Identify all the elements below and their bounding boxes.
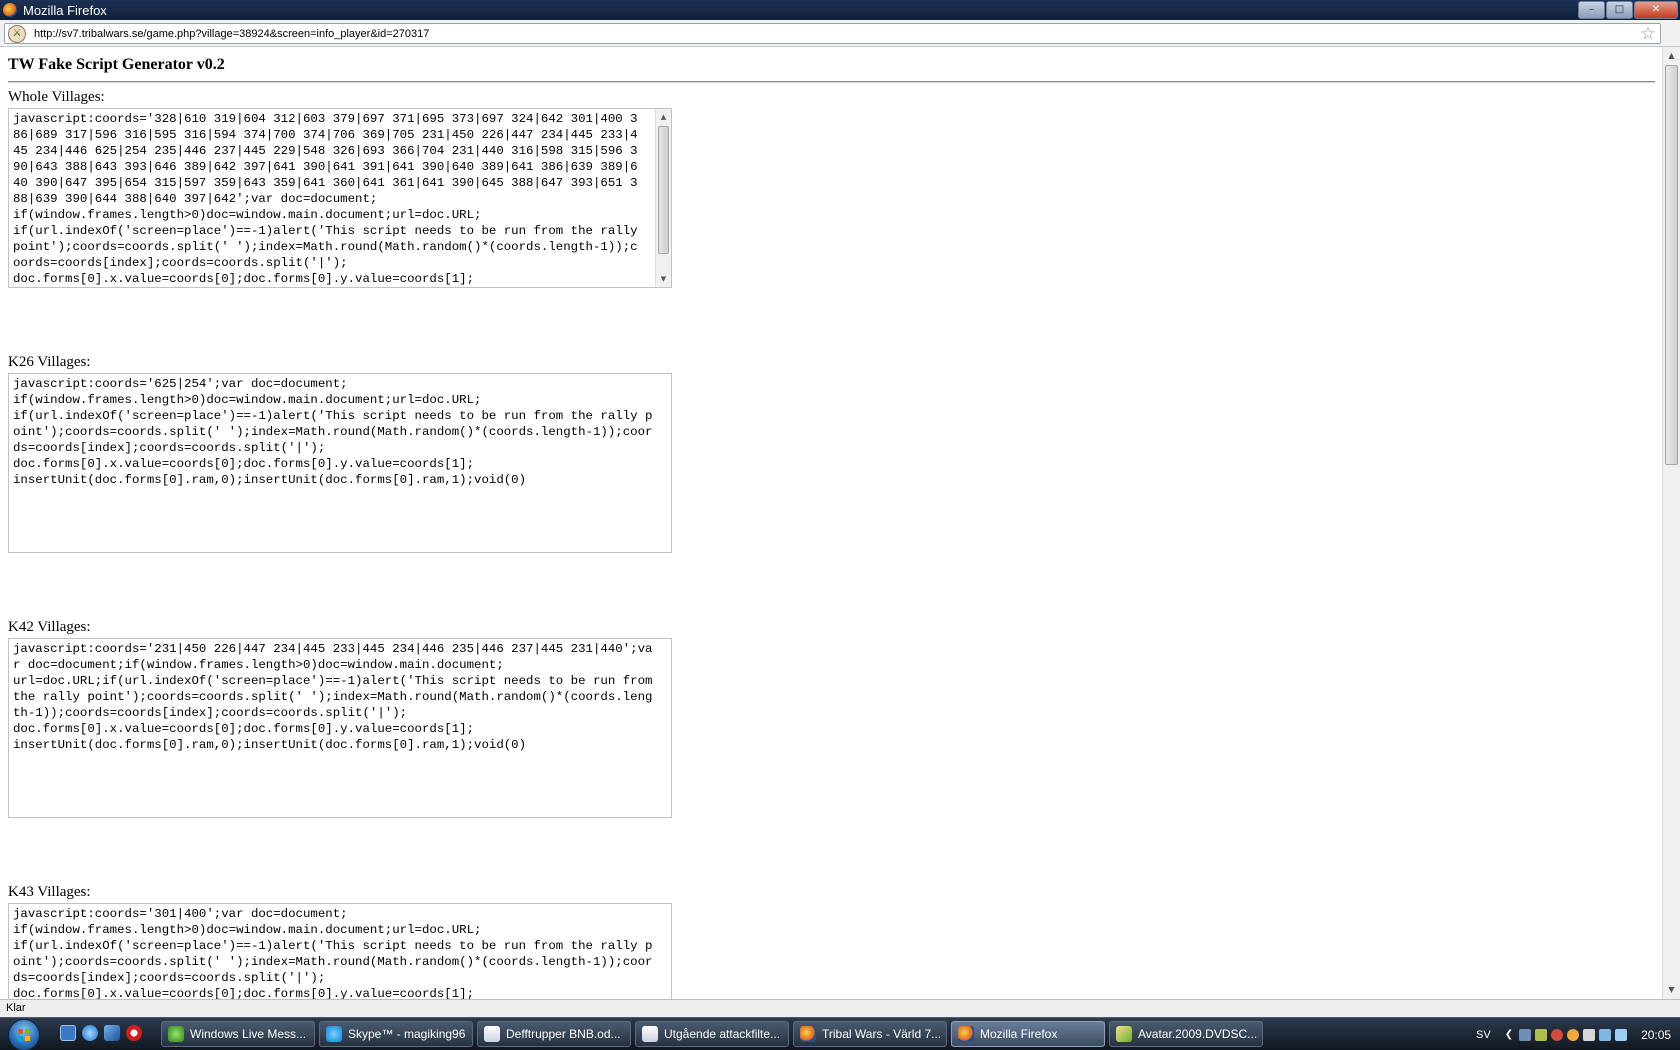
show-desktop-icon[interactable] — [60, 1025, 76, 1041]
opera-icon[interactable] — [126, 1025, 142, 1041]
section-k43-villages: K43 Villages: javascript:coords='301|400… — [8, 883, 672, 999]
taskbar-button-tribal-wars[interactable]: Tribal Wars - Värld 7... — [793, 1021, 947, 1047]
taskbar-button-label: Skype™ - magiking96 — [348, 1027, 466, 1041]
title-bar[interactable]: Mozilla Firefox – □ ✕ — [0, 0, 1680, 20]
scroll-down-icon[interactable]: ▼ — [656, 272, 671, 286]
section-k42-villages: K42 Villages: javascript:coords='231|450… — [8, 618, 672, 818]
chevron-left-icon[interactable]: ❮ — [1505, 1029, 1513, 1040]
taskbar-button-skype[interactable]: Skype™ - magiking96 — [319, 1021, 473, 1047]
taskbar-button-avatar[interactable]: Avatar.2009.DVDSC... — [1109, 1021, 1263, 1047]
connection-icon[interactable] — [1599, 1028, 1612, 1041]
script-text[interactable]: javascript:coords='301|400';var doc=docu… — [13, 906, 658, 999]
textarea-scrollbar[interactable]: ▲ ▼ — [655, 109, 671, 287]
antivirus-icon[interactable] — [1551, 1028, 1564, 1041]
section-label: K43 Villages: — [8, 884, 91, 900]
network-icon[interactable] — [1519, 1028, 1532, 1041]
volume-icon[interactable] — [1615, 1028, 1628, 1041]
url-bar[interactable]: ⚔ http://sv7.tribalwars.se/game.php?vill… — [4, 23, 1661, 44]
taskbar-button-label: Windows Live Mess... — [190, 1027, 307, 1041]
page-title: TW Fake Script Generator v0.2 — [8, 56, 225, 73]
window-controls: – □ ✕ — [1578, 1, 1678, 19]
language-indicator[interactable]: SV — [1476, 1029, 1491, 1041]
section-k26-villages: K26 Villages: javascript:coords='625|254… — [8, 353, 672, 553]
section-whole-villages: Whole Villages: javascript:coords='328|6… — [8, 88, 672, 288]
task-buttons: Windows Live Mess... Skype™ - magiking96… — [161, 1021, 1263, 1047]
minimize-button[interactable]: – — [1578, 1, 1605, 19]
internet-explorer-icon[interactable] — [82, 1025, 98, 1041]
status-text: Klar — [6, 1002, 26, 1014]
firefox-icon — [958, 1026, 974, 1042]
clock[interactable]: 20:05 — [1641, 1028, 1671, 1042]
section-label: K42 Villages: — [8, 619, 91, 635]
taskbar-button-mozilla-firefox[interactable]: Mozilla Firefox — [951, 1021, 1105, 1047]
skype-icon — [326, 1026, 342, 1042]
status-bar: Klar — [0, 999, 1680, 1018]
quick-launch — [60, 1025, 142, 1041]
taskbar-button-label: Avatar.2009.DVDSC... — [1138, 1027, 1258, 1041]
scroll-thumb[interactable] — [658, 126, 669, 254]
script-textarea[interactable]: javascript:coords='328|610 319|604 312|6… — [8, 108, 672, 288]
windows-taskbar: Windows Live Mess... Skype™ - magiking96… — [0, 1017, 1680, 1050]
system-tray: SV ❮ 20:05 — [1468, 1018, 1680, 1050]
script-textarea[interactable]: javascript:coords='301|400';var doc=docu… — [8, 903, 672, 999]
page-content: TW Fake Script Generator v0.2 Whole Vill… — [0, 47, 1662, 999]
messenger-icon — [168, 1026, 184, 1042]
windows-logo-icon — [18, 1029, 30, 1041]
scroll-up-icon[interactable]: ▲ — [1663, 48, 1680, 64]
image-file-icon — [1116, 1026, 1132, 1042]
section-label: K26 Villages: — [8, 354, 91, 370]
script-text[interactable]: javascript:coords='328|610 319|604 312|6… — [13, 111, 643, 287]
close-button[interactable]: ✕ — [1634, 1, 1678, 19]
url-input[interactable]: http://sv7.tribalwars.se/game.php?villag… — [34, 28, 1639, 40]
script-text[interactable]: javascript:coords='231|450 226|447 234|4… — [13, 641, 658, 753]
window-title: Mozilla Firefox — [23, 2, 107, 18]
taskbar-button-label: Tribal Wars - Värld 7... — [822, 1027, 942, 1041]
taskbar-button-messenger[interactable]: Windows Live Mess... — [161, 1021, 315, 1047]
script-textarea[interactable]: javascript:coords='625|254';var doc=docu… — [8, 373, 672, 553]
taskbar-button-label: Defftrupper BNB.od... — [506, 1027, 621, 1041]
page-scroll-thumb[interactable] — [1665, 65, 1678, 465]
site-identity-icon[interactable]: ⚔ — [8, 24, 26, 43]
firefox-window: Mozilla Firefox – □ ✕ ⚔ http://sv7.triba… — [0, 0, 1680, 1050]
script-textarea[interactable]: javascript:coords='231|450 226|447 234|4… — [8, 638, 672, 818]
title-divider — [8, 81, 1655, 83]
document-icon — [642, 1026, 658, 1042]
page-scrollbar[interactable]: ▲ ▼ — [1662, 47, 1680, 999]
scroll-down-icon[interactable]: ▼ — [1663, 982, 1680, 998]
document-icon — [484, 1026, 500, 1042]
taskbar-button-label: Mozilla Firefox — [980, 1027, 1058, 1041]
taskbar-button-attackfilter[interactable]: Utgående attackfilte... — [635, 1021, 789, 1047]
section-label: Whole Villages: — [8, 89, 105, 105]
usb-icon[interactable] — [1583, 1028, 1596, 1041]
star-icon[interactable]: ☆ — [1639, 25, 1657, 43]
messenger-tray-icon[interactable] — [1567, 1028, 1580, 1041]
firefox-icon — [3, 3, 17, 17]
taskbar-button-label: Utgående attackfilte... — [664, 1027, 781, 1041]
tray-app-icon[interactable] — [1535, 1028, 1548, 1041]
windows-start-icon[interactable] — [8, 1019, 40, 1050]
navigation-toolbar: ⚔ http://sv7.tribalwars.se/game.php?vill… — [0, 20, 1680, 47]
script-text[interactable]: javascript:coords='625|254';var doc=docu… — [13, 376, 658, 488]
taskbar-button-defftrupper[interactable]: Defftrupper BNB.od... — [477, 1021, 631, 1047]
firefox-icon — [800, 1026, 816, 1042]
window-switcher-icon[interactable] — [104, 1025, 120, 1041]
scroll-up-icon[interactable]: ▲ — [656, 110, 671, 124]
maximize-button[interactable]: □ — [1606, 1, 1633, 19]
